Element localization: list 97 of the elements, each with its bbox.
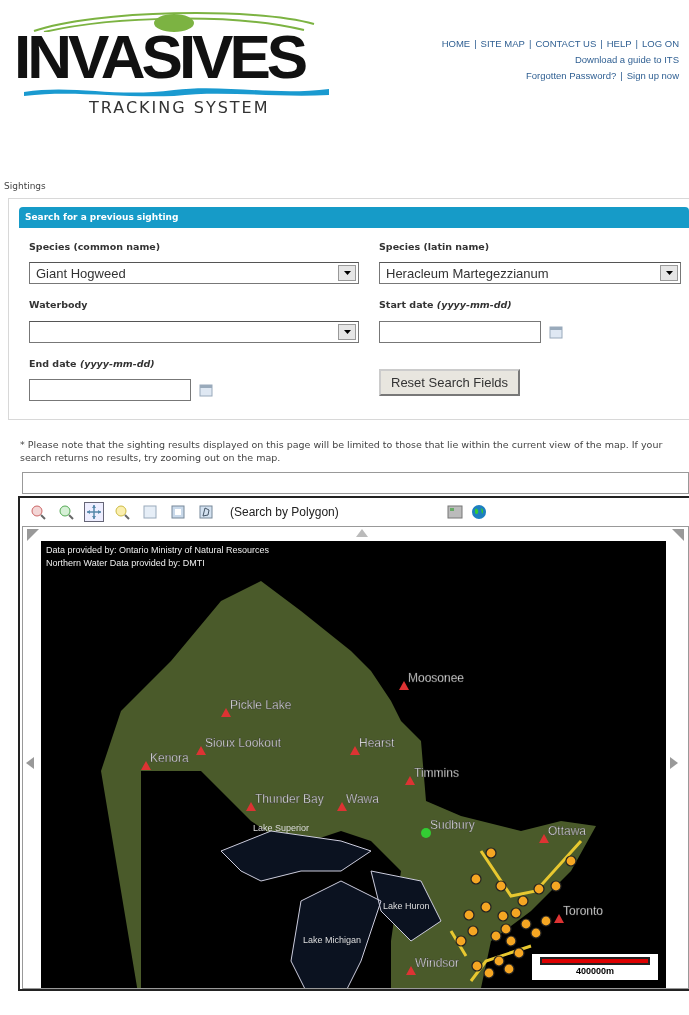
dropdown-arrow-icon[interactable] <box>343 271 351 276</box>
link-separator: | <box>528 38 532 49</box>
nav-link-text[interactable]: HOME <box>441 38 471 49</box>
sighting-marker[interactable] <box>483 967 495 979</box>
globe-icon[interactable] <box>470 503 487 520</box>
sighting-marker[interactable] <box>467 925 479 937</box>
town-marker-icon[interactable] <box>405 775 415 785</box>
nav-link-text[interactable]: LOG ON <box>642 38 679 49</box>
place-label: Ottawa <box>548 823 586 838</box>
panel-title: Search for a previous sighting <box>19 206 689 228</box>
field-label: Waterbody <box>29 298 89 313</box>
sighting-marker[interactable] <box>565 855 577 867</box>
place-label: Moosonee <box>408 670 465 685</box>
sighting-marker[interactable] <box>510 907 522 919</box>
lake-label: Lake Michigan <box>303 934 362 945</box>
dropdown-arrow-icon[interactable] <box>665 271 673 276</box>
tool-label: (Search by Polygon) <box>230 503 339 521</box>
place-label: Hearst <box>359 735 395 750</box>
link-separator: | <box>620 70 623 81</box>
select-field[interactable] <box>29 320 359 343</box>
link-separator: | <box>600 38 603 49</box>
sighting-marker[interactable] <box>455 935 467 947</box>
scale-label: 400000m <box>574 965 615 979</box>
place-label: Sudbury <box>430 817 475 832</box>
sighting-marker[interactable] <box>480 901 492 913</box>
sighting-marker[interactable] <box>485 847 497 859</box>
sighting-marker[interactable] <box>503 963 515 975</box>
sighting-marker[interactable] <box>463 909 475 921</box>
logo-subtitle: TRACKING SYSTEM <box>89 97 271 119</box>
town-marker-icon[interactable] <box>141 760 151 770</box>
town-marker-icon[interactable] <box>337 801 347 811</box>
place-label: Windsor <box>415 955 459 970</box>
town-marker-icon[interactable] <box>246 801 256 811</box>
sighting-marker[interactable] <box>540 915 552 927</box>
sighting-marker[interactable] <box>533 883 545 895</box>
lake-label: Lake Superior <box>253 822 310 833</box>
sighting-marker[interactable] <box>530 927 542 939</box>
sighting-marker[interactable] <box>497 910 509 922</box>
place-label: Toronto <box>563 903 604 918</box>
pan-arrow-icon[interactable] <box>672 528 684 541</box>
reset-button[interactable]: Reset Search Fields <box>379 368 521 396</box>
sighting-marker[interactable] <box>470 873 482 885</box>
polygon-icon <box>198 503 214 520</box>
zoom-in-icon <box>30 503 46 520</box>
sighting-marker[interactable] <box>520 918 532 930</box>
nav-link-text[interactable]: CONTACT US <box>535 38 597 49</box>
town-marker-icon[interactable] <box>221 707 231 717</box>
link-separator: | <box>635 38 639 49</box>
nav-link-text[interactable]: Download a guide to ITS <box>574 54 679 65</box>
date-input[interactable] <box>29 378 191 401</box>
town-marker-icon[interactable] <box>196 745 206 755</box>
pan-arrow-icon[interactable] <box>27 528 39 541</box>
field-label: Species (latin name) <box>379 240 491 254</box>
nav-link-text[interactable]: Sign up now <box>626 70 679 81</box>
sighting-marker[interactable] <box>495 880 507 892</box>
sighting-marker[interactable] <box>490 930 502 942</box>
field-label: End date (yyyy-mm-dd) <box>29 356 156 371</box>
link-separator: | <box>474 38 477 49</box>
breadcrumb: Sightings <box>3 180 47 193</box>
pan-tool[interactable] <box>84 501 104 522</box>
sighting-marker[interactable] <box>500 923 512 935</box>
town-marker-icon[interactable] <box>539 833 549 843</box>
town-marker-icon[interactable] <box>554 913 564 923</box>
place-label: Timmins <box>414 765 459 780</box>
sighting-marker[interactable] <box>513 947 525 959</box>
select-field[interactable]: Giant Hogweed <box>29 262 359 285</box>
sighting-marker[interactable] <box>550 880 562 892</box>
sighting-marker[interactable] <box>505 935 517 947</box>
select-field[interactable]: Heracleum Martegezzianum <box>379 262 681 285</box>
dropdown-arrow-icon[interactable] <box>343 329 351 334</box>
place-label: Kenora <box>150 750 189 765</box>
logo-title: INVASIVES <box>14 32 305 82</box>
field-label: Start date (yyyy-mm-dd) <box>379 298 513 313</box>
attribution-text: Northern Water Data provided by: DMTI <box>46 556 206 570</box>
field-label: Species (common name) <box>29 240 162 254</box>
pan-icon <box>86 503 102 520</box>
town-marker-icon[interactable] <box>406 965 416 975</box>
place-label: Wawa <box>346 791 379 806</box>
city-marker-icon[interactable] <box>421 827 431 838</box>
date-input[interactable] <box>379 320 541 343</box>
place-label: Thunder Bay <box>255 791 324 806</box>
town-marker-icon[interactable] <box>350 745 360 755</box>
map-note: * Please note that the sighting results displayed on this page will be limited to those that lie within the current view of the map. If your search returns no results, try zooming out on the map. <box>19 437 664 464</box>
nav-link-text[interactable]: Forgotten Password? <box>525 70 617 81</box>
town-marker-icon[interactable] <box>399 680 409 690</box>
nav-link-text[interactable]: HELP <box>606 38 632 49</box>
nav-link-text[interactable]: SITE MAP <box>480 38 525 49</box>
attribution-text: Data provided by: Ontario Ministry of Natural Resources <box>46 543 270 557</box>
legend-icon[interactable] <box>446 503 463 520</box>
lake-label: Lake Huron <box>383 900 430 911</box>
place-label: Pickle Lake <box>230 697 292 712</box>
sighting-marker[interactable] <box>517 895 529 907</box>
select-box-icon <box>170 503 186 520</box>
place-label: Sioux Lookout <box>205 735 282 750</box>
sighting-marker[interactable] <box>493 955 505 967</box>
zoom-out-icon <box>58 503 74 520</box>
sighting-marker[interactable] <box>471 960 483 972</box>
